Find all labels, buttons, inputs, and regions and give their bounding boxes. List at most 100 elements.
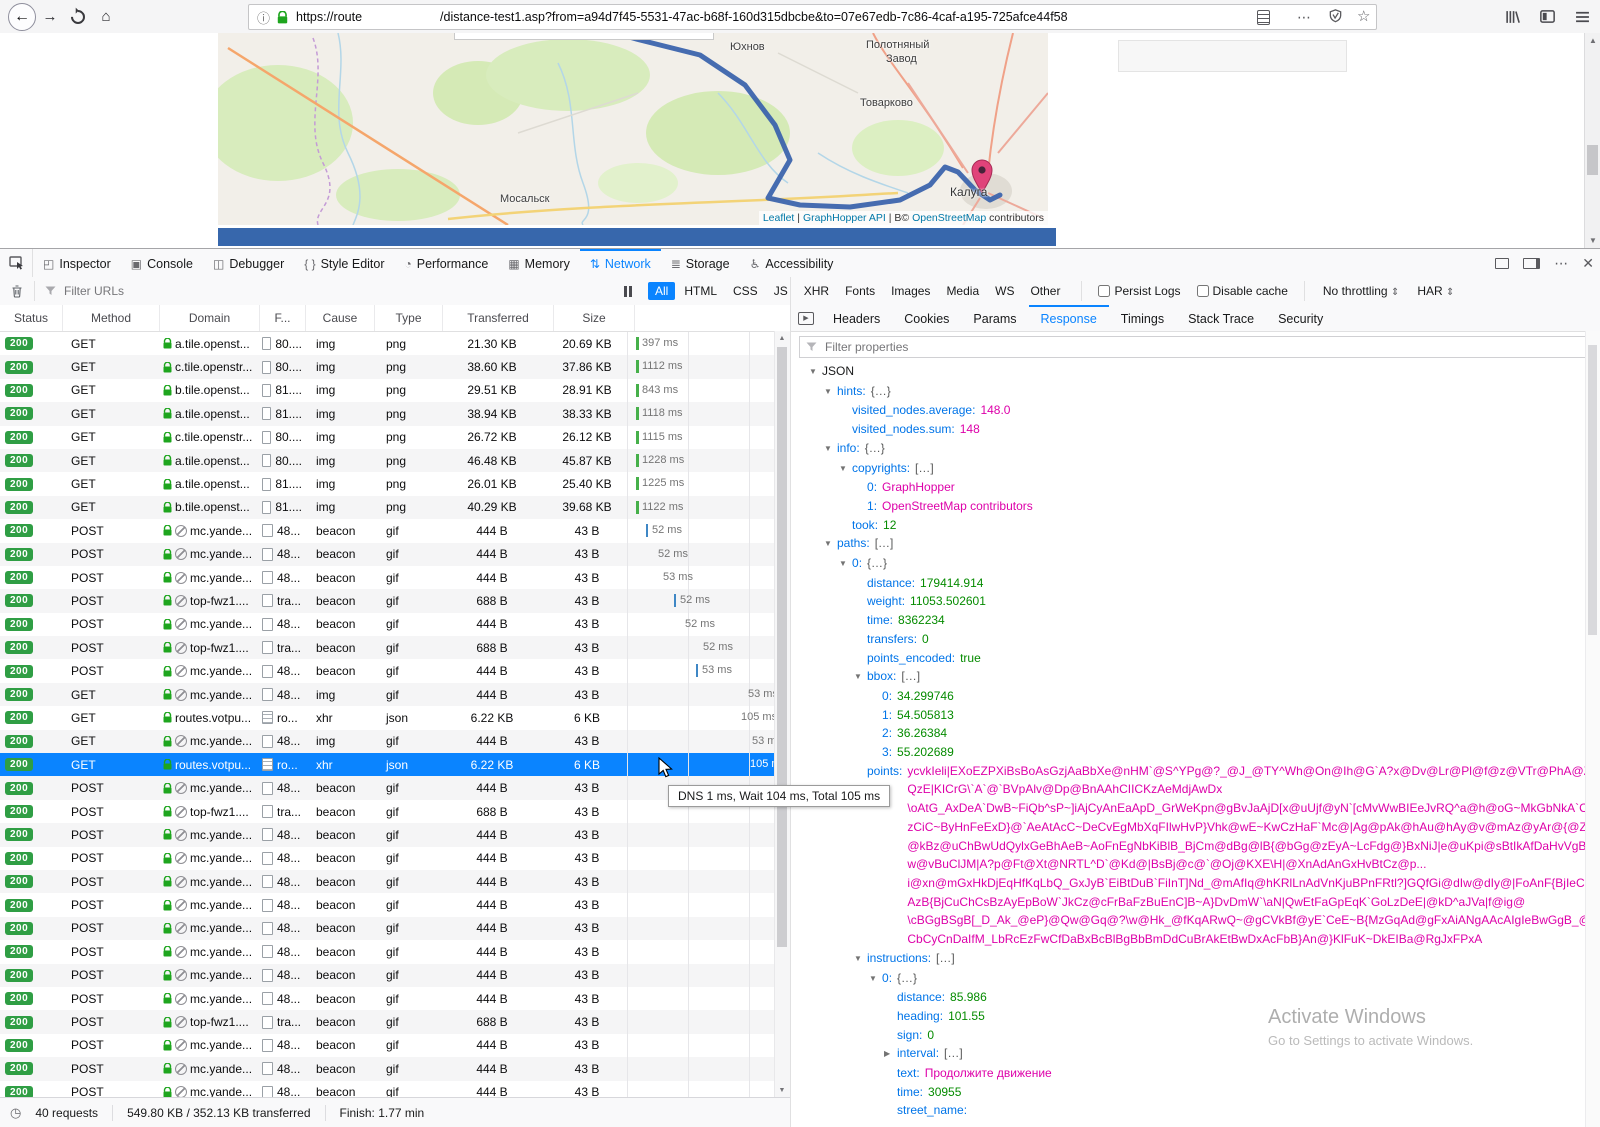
dock-side-icon[interactable] (1523, 257, 1541, 269)
detail-scroll-thumb[interactable] (1588, 345, 1597, 635)
request-list-scrollbar[interactable]: ▲ ▼ (774, 331, 790, 1098)
graphhopper-link[interactable]: GraphHopper API (803, 212, 886, 224)
expander-icon[interactable]: ▼ (824, 440, 837, 459)
detail-tab[interactable]: Stack Trace (1176, 305, 1266, 331)
json-node[interactable]: took 12 (791, 516, 1600, 535)
devtools-tab[interactable]: ⇅ Network (579, 249, 661, 277)
request-row[interactable]: 200 GET a.tile.openst... 81.... img png … (0, 402, 790, 426)
scroll-up-icon[interactable]: ▲ (775, 335, 789, 342)
request-row[interactable]: 200 GET a.tile.openst... 80.... img png … (0, 448, 790, 473)
route-map[interactable]: Юхнов Полотняный Завод Товарково Мосальс… (218, 33, 1048, 225)
col-method[interactable]: Method (63, 305, 160, 331)
request-row[interactable]: 200 GET b.tile.openst... 81.... img png … (0, 378, 790, 403)
page-scroll-thumb[interactable] (1587, 145, 1598, 175)
responsive-mode-icon[interactable] (1495, 257, 1510, 269)
type-filter-button[interactable]: Media (939, 282, 986, 300)
request-row[interactable]: 200 POST mc.yande... 48... beacon gif 44… (0, 963, 790, 987)
request-row[interactable]: 200 POST mc.yande... 48... beacon gif 44… (0, 916, 790, 941)
disable-cache-checkbox[interactable]: Disable cache (1196, 284, 1288, 298)
request-row[interactable]: 200 POST mc.yande... 48... beacon gif 44… (0, 823, 790, 847)
request-row[interactable]: 200 GET c.tile.openstr... 80.... img png… (0, 355, 790, 379)
devtools-more-icon[interactable]: ⋯ (1554, 255, 1568, 272)
json-node[interactable]: distance 85.986 (791, 988, 1600, 1007)
devtools-tab[interactable]: ◰ Inspector (33, 249, 121, 277)
type-filter-button[interactable]: HTML (677, 282, 724, 300)
osm-link[interactable]: OpenStreetMap (912, 212, 986, 224)
expander-icon[interactable]: ▼ (869, 1121, 882, 1122)
devtools-close-icon[interactable]: ✕ (1582, 255, 1594, 272)
json-node[interactable]: 3 55.202689 (791, 743, 1600, 762)
json-node[interactable]: heading 101.55 (791, 1007, 1600, 1026)
request-row[interactable]: 200 POST mc.yande... 48... beacon gif 44… (0, 1033, 790, 1058)
detail-tab[interactable]: Response (1028, 305, 1109, 331)
detail-tab[interactable]: Timings (1109, 305, 1176, 331)
type-filter-button[interactable]: XHR (797, 282, 836, 300)
json-node[interactable]: ▼info {…} (791, 439, 1600, 459)
col-cause[interactable]: Cause (306, 305, 375, 331)
request-row[interactable]: 200 POST mc.yande... 48... beacon gif 44… (0, 542, 790, 566)
json-node[interactable]: 1 OpenStreetMap contributors (791, 497, 1600, 516)
reload-button[interactable] (64, 3, 92, 31)
json-node[interactable]: time 8362234 (791, 611, 1600, 630)
request-row[interactable]: 200 POST mc.yande... 48... beacon gif 44… (0, 940, 790, 964)
devtools-tab[interactable]: ◔ Performance (395, 249, 499, 277)
json-node[interactable]: ▼ JSON (791, 362, 1600, 382)
col-type[interactable]: Type (375, 305, 443, 331)
col-status[interactable]: Status (0, 305, 63, 331)
json-node[interactable]: street_name (791, 1101, 1600, 1120)
json-node[interactable]: 1 54.505813 (791, 706, 1600, 725)
scroll-thumb[interactable] (777, 347, 787, 947)
detail-tab[interactable]: Params (961, 305, 1028, 331)
bookmark-star-icon[interactable]: ☆ (1357, 7, 1370, 25)
home-button[interactable]: ⌂ (92, 3, 120, 31)
request-row[interactable]: 200 GET mc.yande... 48... img gif 444 B … (0, 729, 790, 754)
pause-log-button[interactable] (624, 285, 632, 297)
url-bar[interactable]: ⓘ https://route /distance-test1.asp?from… (248, 4, 1377, 30)
request-row[interactable]: 200 POST mc.yande... 48... beacon gif 44… (0, 846, 790, 870)
site-info-icon[interactable]: ⓘ (257, 8, 270, 27)
request-row[interactable]: 200 GET routes.votpu... ro... xhr json 6… (0, 706, 790, 730)
disable-cache-box[interactable] (1196, 285, 1209, 297)
request-row[interactable]: 200 GET a.tile.openst... 80.... img png … (0, 332, 790, 356)
scroll-up-icon[interactable]: ▲ (1585, 36, 1600, 45)
expander-icon[interactable]: ▼ (854, 950, 867, 969)
devtools-tab[interactable]: ◫ Debugger (203, 249, 294, 277)
request-row[interactable]: 200 GET b.tile.openst... 81.... img png … (0, 495, 790, 520)
json-node[interactable]: sign 0 (791, 1026, 1600, 1045)
json-node[interactable]: points ycvkIeli|EXoEZPXiBsBoAsGzjAaBbXe@n… (791, 762, 1600, 949)
json-node[interactable]: ▼bbox […] (791, 667, 1600, 687)
throttling-select[interactable]: No throttling ⇕ (1323, 284, 1399, 298)
json-node[interactable]: ▶interval […] (791, 1044, 1600, 1064)
json-node[interactable]: 2 36.26384 (791, 724, 1600, 743)
request-row[interactable]: 200 GET a.tile.openst... 81.... img png … (0, 472, 790, 496)
request-row[interactable]: 200 POST mc.yande... 48... beacon gif 44… (0, 519, 790, 543)
detail-tab[interactable]: Headers (821, 305, 892, 331)
json-node[interactable]: weight 11053.502601 (791, 592, 1600, 611)
request-row[interactable]: 200 POST mc.yande... 48... beacon gif 44… (0, 986, 790, 1011)
type-filter-button[interactable]: Fonts (838, 282, 882, 300)
expander-icon[interactable]: ▼ (839, 555, 852, 574)
json-node[interactable]: 0 GraphHopper (791, 478, 1600, 497)
detail-tab[interactable]: Cookies (892, 305, 961, 331)
expander-icon[interactable]: ▼ (824, 535, 837, 554)
shield-icon[interactable] (1329, 9, 1342, 23)
request-row[interactable]: 200 POST mc.yande... 48... beacon gif 44… (0, 893, 790, 917)
json-node[interactable]: distance 179414.914 (791, 574, 1600, 593)
type-filter-button[interactable]: All (648, 282, 676, 300)
json-node[interactable]: visited_nodes.average 148.0 (791, 401, 1600, 420)
type-filter-button[interactable]: Other (1023, 282, 1067, 300)
json-node[interactable]: text Продолжите движение (791, 1064, 1600, 1083)
devtools-tab[interactable]: ≣ Storage (661, 249, 740, 277)
expander-icon[interactable]: ▼ (824, 383, 837, 402)
devtools-tab[interactable]: ▣ Console (121, 249, 203, 277)
persist-logs-box[interactable] (1098, 285, 1111, 297)
json-node[interactable]: ▼0 {…} (791, 969, 1600, 989)
json-node[interactable]: ▼paths […] (791, 534, 1600, 554)
json-node[interactable]: ▼copyrights […] (791, 459, 1600, 479)
filter-properties-box[interactable] (799, 336, 1590, 358)
col-file[interactable]: F... (260, 305, 306, 331)
request-row[interactable]: 200 POST mc.yande... 48... beacon gif 44… (0, 1057, 790, 1081)
har-select[interactable]: HAR ⇕ (1417, 284, 1454, 298)
expander-icon[interactable]: ▼ (839, 460, 852, 479)
request-row[interactable]: 200 POST mc.yande... 48... beacon gif 44… (0, 612, 790, 637)
